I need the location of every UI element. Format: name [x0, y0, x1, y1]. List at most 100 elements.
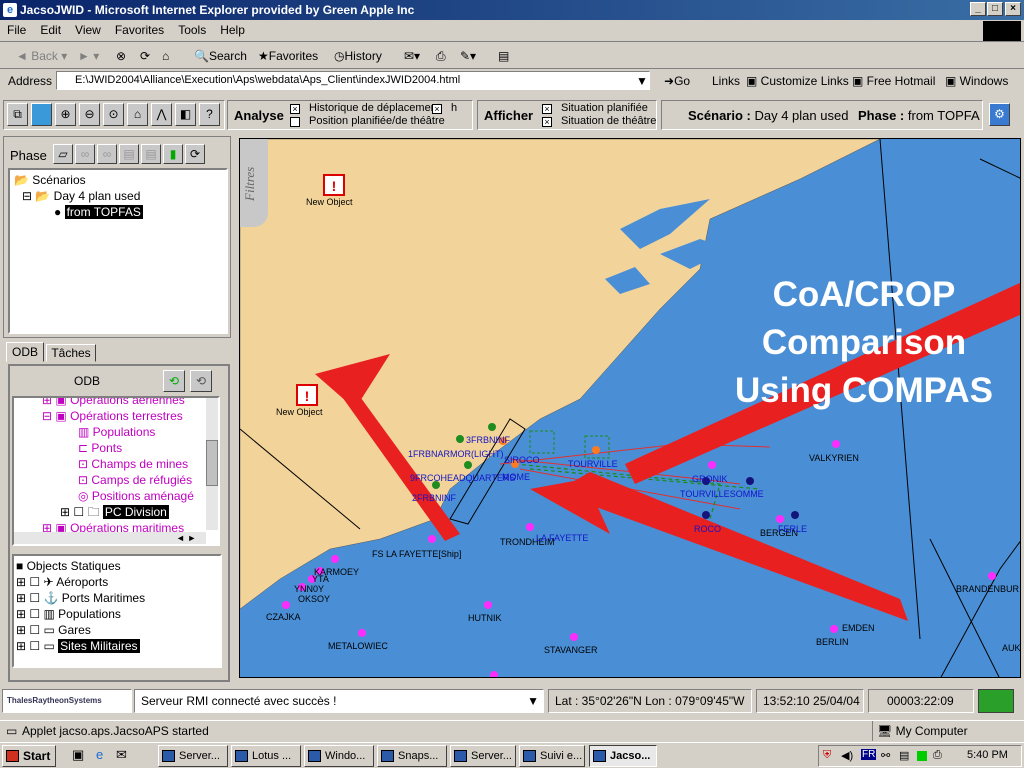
address-dropdown-icon[interactable]: ▼	[636, 72, 648, 90]
link-windows[interactable]: ▣ Windows	[945, 72, 1008, 90]
odb-sync-icon[interactable]: ⟲	[163, 370, 185, 392]
link-customize-label: Customize Links	[760, 74, 849, 88]
menu-edit[interactable]: Edit	[33, 20, 68, 40]
odb-item[interactable]: ⊡ Camps de réfugiés	[16, 472, 218, 488]
language-indicator[interactable]: FR	[861, 749, 877, 760]
link-hotmail[interactable]: ▣ Free Hotmail	[852, 72, 935, 90]
quicklaunch-ie-icon[interactable]: e	[96, 747, 103, 762]
history-button[interactable]: ◷History	[334, 47, 382, 65]
edit-icon[interactable]: ✎▾	[460, 47, 476, 65]
paste-icon[interactable]: ▤	[141, 144, 161, 164]
history-checkbox[interactable]: ×	[290, 104, 300, 114]
maximize-button[interactable]: □	[987, 2, 1003, 16]
odb-item[interactable]: ▥ Populations	[16, 424, 218, 440]
static-item[interactable]: ⊞ ☐ ⚓ Ports Maritimes	[16, 590, 218, 606]
open-phase-icon[interactable]: ▱	[53, 144, 73, 164]
start-button[interactable]: Start	[2, 745, 56, 767]
tree-root[interactable]: 📂 Scénarios	[14, 172, 222, 188]
quicklaunch-outlook-icon[interactable]: ✉	[116, 747, 127, 763]
search-button[interactable]: 🔍Search	[194, 47, 247, 65]
static-objects-title: Objects Statiques	[26, 559, 121, 573]
menu-tools[interactable]: Tools	[171, 20, 213, 40]
task-button[interactable]: Server...	[450, 745, 516, 767]
menu-favorites[interactable]: Favorites	[108, 20, 171, 40]
odb-item[interactable]: ⊟ ▣ Opérations terrestres	[16, 408, 218, 424]
odb-item[interactable]: ⊏ Ponts	[16, 440, 218, 456]
link-icon[interactable]: ∞	[75, 144, 95, 164]
link-customize[interactable]: ▣ Customize Links	[746, 72, 849, 90]
status-message-select[interactable]: Serveur RMI connecté avec succès ! ▼	[134, 689, 544, 713]
forward-button[interactable]: ► ▾	[78, 47, 99, 65]
browser-status-bar: ▭ Applet jacso.aps.JacsoAPS started 🖥 My…	[0, 720, 1024, 741]
go-button[interactable]: ➜Go	[664, 72, 690, 90]
theatre-situation-checkbox[interactable]: ×	[542, 117, 552, 127]
odb-item[interactable]: ⊞ ☐ 🗀 PC Division	[16, 504, 218, 520]
map-tool-icon[interactable]	[31, 103, 52, 126]
odb-sync-off-icon[interactable]: ⟲	[190, 370, 212, 392]
measure-icon[interactable]: ⋀	[151, 103, 172, 126]
static-item[interactable]: ⊞ ☐ ✈ Aéroports	[16, 574, 218, 590]
static-item-label: Sites Militaires	[58, 639, 140, 653]
favorites-button[interactable]: ★Favorites	[258, 47, 318, 65]
task-button[interactable]: Lotus ...	[231, 745, 301, 767]
odb-item[interactable]: ◎ Positions aménagé	[16, 488, 218, 504]
history-hours-checkbox[interactable]: ×	[432, 104, 442, 114]
task-button[interactable]: Server...	[158, 745, 228, 767]
task-button-active[interactable]: Jacso...	[589, 745, 657, 767]
mail-icon[interactable]: ✉▾	[404, 47, 420, 65]
menu-bar: File Edit View Favorites Tools Help	[0, 20, 1024, 42]
static-item-label: Gares	[58, 623, 91, 637]
tree-scenario[interactable]: ⊟ 📂 Day 4 plan used	[14, 188, 222, 204]
refresh-icon[interactable]: ⟳	[140, 47, 150, 65]
task-button[interactable]: Suivi e...	[519, 745, 585, 767]
refresh-phase-icon[interactable]: ⟳	[185, 144, 205, 164]
export-icon[interactable]: ▮	[163, 144, 183, 164]
home-icon[interactable]: ⌂	[162, 47, 169, 65]
print-icon[interactable]: ⎙	[436, 47, 446, 65]
help-icon[interactable]: ?	[199, 103, 220, 126]
quicklaunch-desktop-icon[interactable]: ▣	[72, 747, 84, 763]
odb-item[interactable]: ⊞ ▣ Opérations aériennes	[16, 398, 218, 408]
task-button[interactable]: Snaps...	[377, 745, 447, 767]
minimize-button[interactable]: _	[970, 2, 986, 16]
odb-hscroll-arrows-icon[interactable]: ◄ ►	[176, 532, 204, 544]
planned-situation-checkbox[interactable]: ×	[542, 104, 552, 114]
odb-item[interactable]: ⊡ Champs de mines	[16, 456, 218, 472]
task-button[interactable]: Windo...	[304, 745, 374, 767]
shield-icon[interactable]: ⛨	[823, 749, 831, 762]
discuss-icon[interactable]: ▤	[498, 47, 509, 65]
position-checkbox[interactable]	[290, 117, 300, 127]
odb-vscroll-thumb[interactable]	[206, 440, 218, 486]
address-input[interactable]: E:\JWID2004\Alliance\Execution\Aps\webda…	[56, 71, 650, 90]
static-item[interactable]: ⊞ ☐ ▥ Populations	[16, 606, 218, 622]
zoom-fit-icon[interactable]: ⊙	[103, 103, 124, 126]
status-message: Serveur RMI connecté avec succès !	[141, 694, 337, 708]
menu-file[interactable]: File	[0, 20, 33, 40]
unlink-icon[interactable]: ∞	[97, 144, 117, 164]
close-button[interactable]: ×	[1005, 2, 1021, 16]
map-view[interactable]: ! ! Filtres New Object New Object CoA/CR…	[239, 138, 1021, 678]
static-item[interactable]: ⊞ ☐ ▭ Gares	[16, 622, 218, 638]
printer-icon[interactable]: ⎙	[933, 749, 942, 762]
network-tool-icon[interactable]: ⧉	[7, 103, 28, 126]
copy-icon[interactable]: ▤	[119, 144, 139, 164]
static-item[interactable]: ⊞ ☐ ▭ Sites Militaires	[16, 638, 218, 654]
overlay-line: CoA/CROP	[772, 275, 956, 314]
zoom-in-icon[interactable]: ⊕	[55, 103, 76, 126]
back-button[interactable]: ◄ Back ▾	[16, 47, 67, 65]
display-icon[interactable]: ▤	[899, 749, 909, 762]
layers-icon[interactable]: ◧	[175, 103, 196, 126]
status-dropdown-icon[interactable]: ▼	[527, 690, 539, 712]
building-icon[interactable]: ⌂	[127, 103, 148, 126]
menu-help[interactable]: Help	[213, 20, 252, 40]
address-url: E:\JWID2004\Alliance\Execution\Aps\webda…	[75, 74, 461, 86]
volume-icon[interactable]: ◀)	[841, 749, 853, 762]
menu-view[interactable]: View	[68, 20, 108, 40]
zoom-out-icon[interactable]: ⊖	[79, 103, 100, 126]
tab-odb[interactable]: ODB	[6, 342, 44, 362]
network-icon[interactable]: ⚯	[881, 749, 890, 762]
tree-phase[interactable]: ● from TOPFAS	[14, 204, 222, 220]
stop-icon[interactable]: ⊗	[116, 47, 126, 65]
settings-icon[interactable]: ⚙	[989, 103, 1010, 126]
tab-taches[interactable]: Tâches	[46, 344, 96, 362]
